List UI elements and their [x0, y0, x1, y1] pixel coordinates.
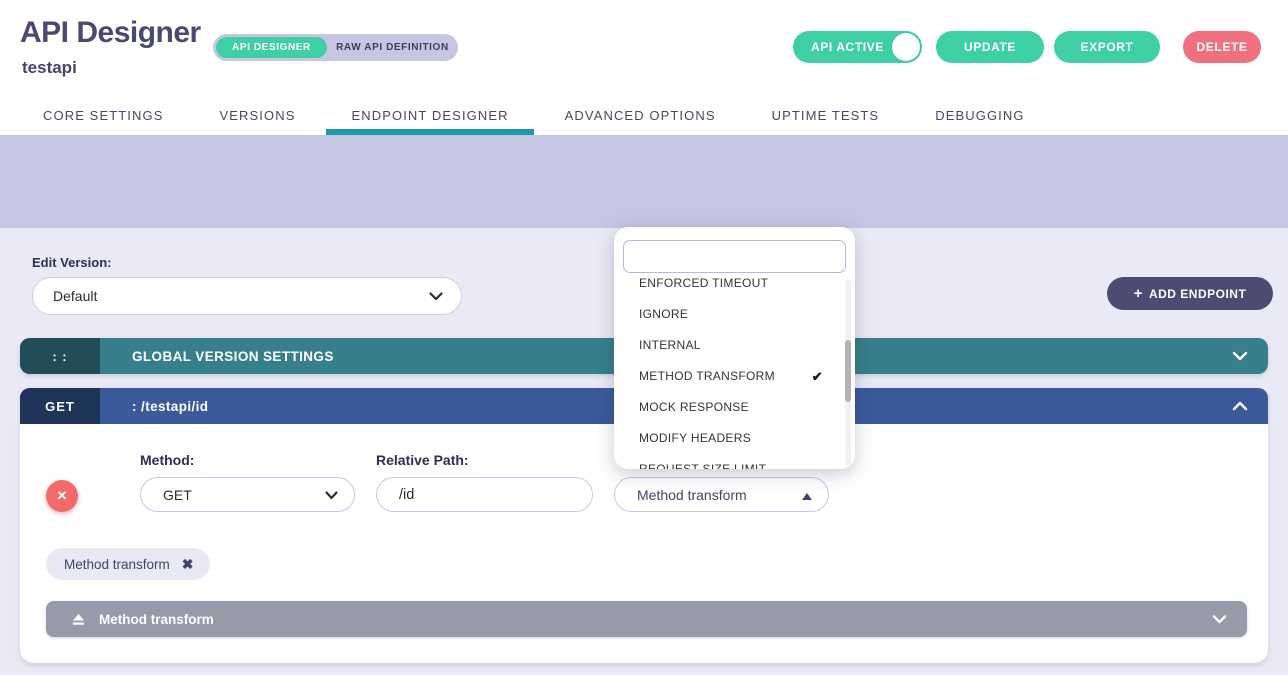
api-designer-page: API Designer testapi API DESIGNER RAW AP…	[0, 0, 1288, 675]
plugin-option-label: METHOD TRANSFORM	[639, 369, 775, 383]
tab-uptime-tests[interactable]: UPTIME TESTS	[772, 95, 880, 135]
chevron-down-icon	[325, 487, 338, 503]
plugin-option-internal[interactable]: INTERNAL	[614, 330, 855, 361]
remove-endpoint-button[interactable]: ✕	[46, 480, 78, 512]
plugin-search-input[interactable]	[623, 240, 846, 273]
toggle-knob[interactable]	[892, 33, 920, 61]
chevron-up-icon[interactable]	[1232, 401, 1248, 411]
plugin-section-title: Method transform	[99, 612, 214, 627]
tab-debugging[interactable]: DEBUGGING	[935, 95, 1024, 135]
plugin-select[interactable]: Method transform	[614, 477, 829, 512]
plugin-option-ignore[interactable]: IGNORE	[614, 299, 855, 330]
chip-close-icon[interactable]: ✖	[182, 557, 194, 571]
plugin-option-method-transform[interactable]: METHOD TRANSFORM ✔	[614, 361, 855, 392]
api-active-toggle[interactable]: API ACTIVE	[793, 31, 922, 63]
tab-endpoint-designer[interactable]: ENDPOINT DESIGNER	[351, 95, 508, 135]
nav-tabs: CORE SETTINGS VERSIONS ENDPOINT DESIGNER…	[43, 95, 1025, 135]
check-icon: ✔	[812, 361, 823, 392]
add-endpoint-button[interactable]: + ADD ENDPOINT	[1107, 277, 1273, 310]
page-title: API Designer	[20, 16, 201, 50]
plugin-option-modify-headers[interactable]: MODIFY HEADERS	[614, 423, 855, 454]
plugin-option-mock-response[interactable]: MOCK RESPONSE	[614, 392, 855, 423]
triangle-up-icon	[802, 487, 812, 503]
version-select[interactable]: Default	[32, 277, 462, 315]
api-name: testapi	[22, 58, 77, 78]
edit-version-label: Edit Version:	[32, 255, 111, 270]
chevron-down-icon[interactable]	[1232, 351, 1248, 361]
relative-path-label: Relative Path:	[376, 452, 469, 468]
toggle-option-api-designer[interactable]: API DESIGNER	[216, 37, 327, 58]
api-info-bar: API URL: https://tyk123.cloudv2.tyk.io/t…	[0, 135, 1288, 228]
global-version-settings-title: GLOBAL VERSION SETTINGS	[132, 349, 334, 364]
method-select-value: GET	[163, 487, 192, 503]
delete-button[interactable]: DELETE	[1183, 31, 1261, 63]
eject-icon	[72, 613, 85, 626]
api-active-label: API ACTIVE	[811, 40, 884, 54]
plugin-option-enforced-timeout[interactable]: ENFORCED TIMEOUT	[614, 276, 855, 299]
tab-versions[interactable]: VERSIONS	[219, 95, 295, 135]
drag-handle-icon[interactable]: : :	[20, 338, 100, 374]
view-mode-toggle[interactable]: API DESIGNER RAW API DEFINITION	[213, 34, 458, 61]
endpoint-path-title: : /testapi/id	[132, 399, 208, 414]
method-select[interactable]: GET	[140, 477, 355, 512]
selected-plugin-chip: Method transform ✖	[46, 548, 210, 580]
plugin-dropdown-panel: ENFORCED TIMEOUT IGNORE INTERNAL METHOD …	[614, 227, 855, 469]
header: API Designer testapi API DESIGNER RAW AP…	[0, 0, 1288, 95]
method-field-label: Method:	[140, 452, 194, 468]
scrollbar-thumb[interactable]	[845, 340, 851, 402]
plus-icon: +	[1134, 286, 1143, 301]
chevron-down-icon[interactable]	[1212, 615, 1227, 624]
chevron-down-icon	[429, 288, 443, 304]
tab-advanced-options[interactable]: ADVANCED OPTIONS	[565, 95, 716, 135]
plugin-select-value: Method transform	[637, 487, 747, 503]
tab-core-settings[interactable]: CORE SETTINGS	[43, 95, 163, 135]
plugin-chip-label: Method transform	[64, 557, 170, 572]
toggle-option-raw-api-definition[interactable]: RAW API DEFINITION	[327, 42, 458, 53]
plugin-option-request-size-limit[interactable]: REQUEST SIZE LIMIT	[614, 454, 855, 469]
plugin-dropdown-list: ENFORCED TIMEOUT IGNORE INTERNAL METHOD …	[614, 276, 855, 469]
export-button[interactable]: EXPORT	[1054, 31, 1160, 63]
relative-path-input[interactable]	[377, 478, 592, 511]
close-icon: ✕	[57, 488, 68, 504]
method-transform-section-bar[interactable]: Method transform	[46, 601, 1247, 637]
add-endpoint-label: ADD ENDPOINT	[1149, 287, 1246, 301]
method-badge: GET	[20, 388, 100, 424]
relative-path-field	[376, 477, 593, 512]
version-select-value: Default	[53, 288, 97, 304]
update-button[interactable]: UPDATE	[936, 31, 1044, 63]
